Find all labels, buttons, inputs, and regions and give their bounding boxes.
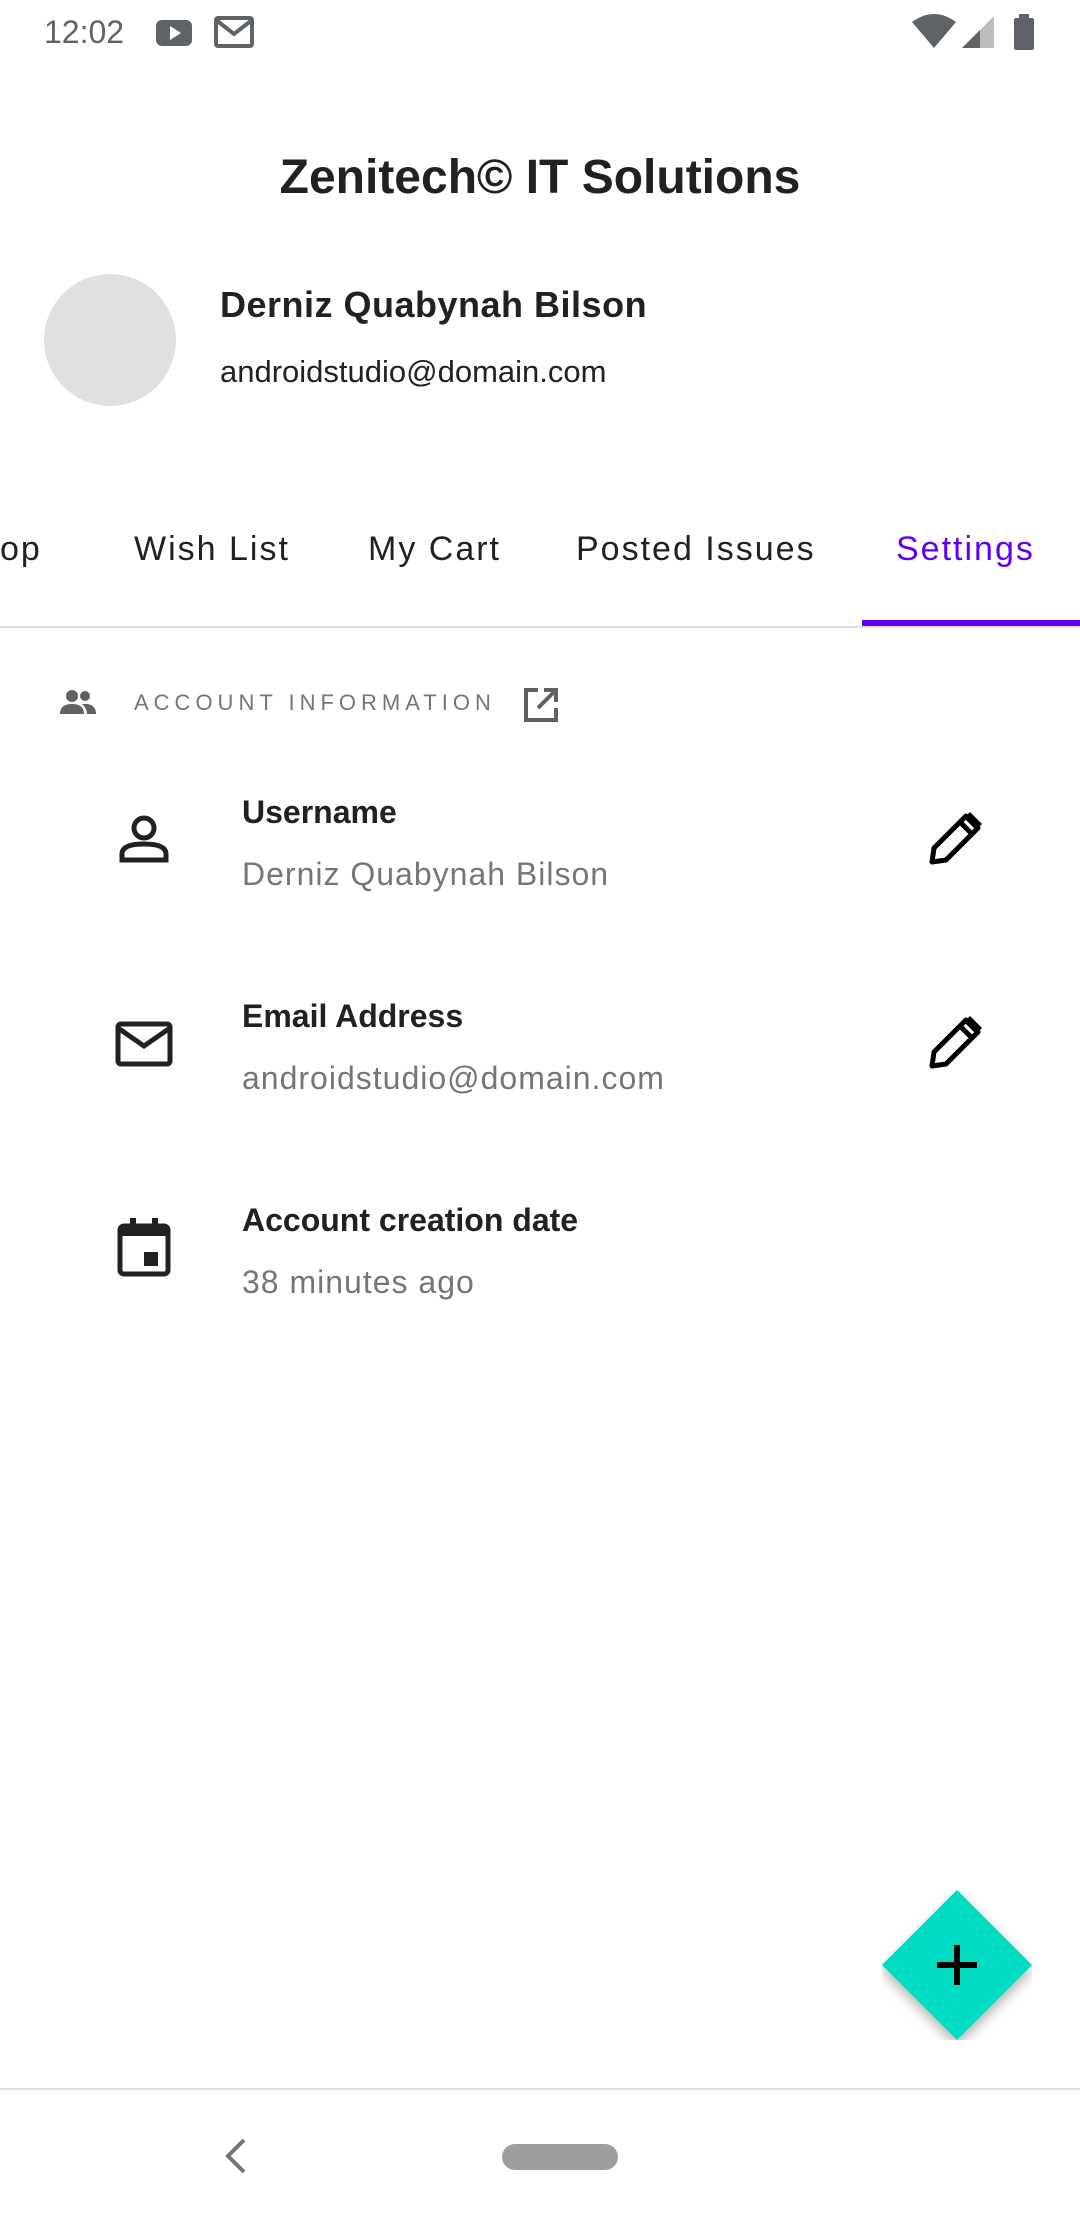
email-label: Email Address bbox=[242, 998, 464, 1034]
calendar-icon bbox=[117, 1218, 171, 1277]
app-title: Zenitech© IT Solutions bbox=[279, 151, 801, 204]
people-icon bbox=[60, 690, 96, 714]
mail-icon bbox=[115, 1021, 173, 1067]
creation-date-value: 38 minutes ago bbox=[242, 1264, 475, 1300]
username-value: Derniz Quabynah Bilson bbox=[242, 856, 610, 892]
edit-username-button[interactable] bbox=[920, 802, 992, 874]
back-chevron-icon[interactable] bbox=[222, 2136, 248, 2176]
section-title: ACCOUNT INFORMATION bbox=[134, 690, 496, 715]
home-pill-button[interactable] bbox=[502, 2144, 618, 2170]
tab-my-cart[interactable]: My Cart bbox=[368, 530, 501, 569]
username-label: Username bbox=[242, 794, 397, 830]
person-icon bbox=[119, 815, 169, 863]
avatar[interactable] bbox=[44, 274, 176, 406]
tab-wish-list[interactable]: Wish List bbox=[134, 530, 290, 569]
user-name: Derniz Quabynah Bilson bbox=[220, 284, 648, 325]
status-time: 12:02 bbox=[44, 14, 125, 50]
tab-settings[interactable]: Settings bbox=[896, 530, 1035, 569]
gmail-icon bbox=[214, 16, 254, 48]
add-fab-button[interactable] bbox=[882, 1890, 1032, 2040]
tab-indicator bbox=[862, 620, 1080, 626]
signal-icon bbox=[962, 16, 994, 48]
navigation-bar bbox=[0, 2088, 1080, 2222]
creation-date-label: Account creation date bbox=[242, 1202, 579, 1238]
open-in-new-icon[interactable] bbox=[522, 686, 560, 724]
tab-posted-issues[interactable]: Posted Issues bbox=[576, 530, 816, 569]
edit-email-button[interactable] bbox=[920, 1006, 992, 1078]
tab-bar: op Wish List My Cart Posted Issues Setti… bbox=[0, 490, 1080, 628]
email-value: androidstudio@domain.com bbox=[242, 1060, 665, 1096]
battery-icon bbox=[1014, 14, 1034, 50]
user-email: androidstudio@domain.com bbox=[220, 354, 607, 389]
youtube-icon bbox=[156, 20, 192, 46]
tab-shop[interactable]: op bbox=[0, 530, 42, 569]
wifi-icon bbox=[912, 14, 956, 48]
plus-icon bbox=[937, 1945, 977, 1985]
